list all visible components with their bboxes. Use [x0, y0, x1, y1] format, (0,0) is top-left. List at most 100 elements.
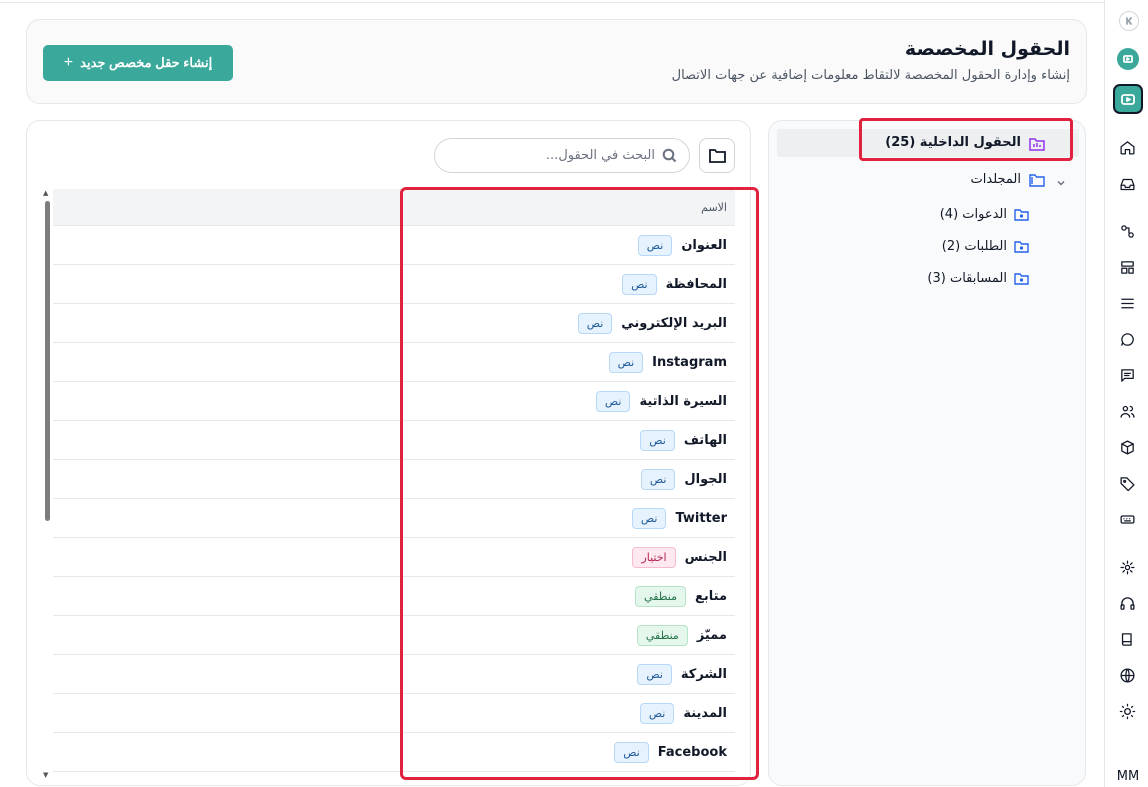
field-type-badge: نص: [577, 312, 613, 334]
field-cell: متابع منطقي: [635, 577, 727, 615]
book-icon[interactable]: [1116, 628, 1138, 650]
scrollbar[interactable]: ▲ ▼: [41, 189, 51, 779]
table-header: الاسم: [53, 189, 735, 226]
table-row[interactable]: Facebook نص: [53, 733, 735, 772]
table-row[interactable]: الجنس اختيار: [53, 538, 735, 577]
table-row[interactable]: الجوال نص: [53, 460, 735, 499]
table-row[interactable]: المدينة نص: [53, 694, 735, 733]
table-row[interactable]: العنوان نص: [53, 226, 735, 265]
folder-icon: [1014, 208, 1029, 221]
folder-icon: [1014, 240, 1029, 253]
table-row[interactable]: البريد الإلكتروني نص: [53, 304, 735, 343]
field-cell: Instagram نص: [608, 343, 727, 381]
chevron-down-icon[interactable]: [1055, 174, 1067, 186]
collapse-icon: [1126, 17, 1132, 25]
folder-button[interactable]: [699, 138, 735, 173]
sun-icon[interactable]: [1116, 700, 1138, 722]
keyboard-icon[interactable]: [1116, 508, 1138, 530]
page-subtitle: إنشاء وإدارة الحقول المخصصة لالتقاط معلو…: [671, 68, 1070, 83]
field-type-badge: نص: [637, 234, 673, 256]
folders-panel: الحقول الداخلية (25) المجلدات الدعوات (4…: [768, 118, 1086, 786]
column-header-name[interactable]: الاسم: [701, 201, 727, 214]
table-row[interactable]: Instagram نص: [53, 343, 735, 382]
table-row[interactable]: المحافظة نص: [53, 265, 735, 304]
field-name: الهاتف: [683, 432, 727, 448]
layout-icon[interactable]: [1116, 256, 1138, 278]
field-name: Instagram: [652, 354, 727, 370]
table-row[interactable]: الهاتف نص: [53, 421, 735, 460]
globe-icon[interactable]: [1116, 664, 1138, 686]
page-header: الحقول المخصصة إنشاء وإدارة الحقول المخص…: [26, 19, 1087, 104]
home-icon[interactable]: [1116, 136, 1138, 158]
field-type-badge: نص: [608, 351, 644, 373]
field-type-badge: نص: [640, 429, 675, 451]
field-cell: المدينة نص: [639, 694, 727, 732]
package-icon[interactable]: [1116, 436, 1138, 458]
top-divider: [0, 2, 1104, 3]
field-name: Twitter: [675, 510, 727, 526]
table-row[interactable]: Twitter نص: [53, 499, 735, 538]
tag-icon[interactable]: [1116, 472, 1138, 494]
create-custom-field-button[interactable]: إنشاء حقل مخصص جديد +: [43, 45, 233, 81]
table-row[interactable]: مميّز منطقي: [53, 616, 735, 655]
field-name: الجنس: [684, 549, 727, 565]
table-row[interactable]: متابع منطقي: [53, 577, 735, 616]
page-title: الحقول المخصصة: [904, 38, 1070, 60]
field-cell: المحافظة نص: [622, 265, 727, 303]
scroll-thumb[interactable]: [45, 201, 50, 521]
message-icon[interactable]: [1116, 364, 1138, 386]
inbox-icon[interactable]: [1116, 173, 1138, 195]
folder-icon: [1029, 172, 1045, 187]
headphones-icon[interactable]: [1116, 592, 1138, 614]
table-row[interactable]: الشركة نص: [53, 655, 735, 694]
table-body: العنوان نص المحافظة نص البريد الإلكتروني نص In…: [53, 226, 735, 772]
folder-label: المسابقات (3): [927, 270, 1007, 286]
field-cell: البريد الإلكتروني نص: [577, 304, 727, 342]
folder-label: الدعوات (4): [939, 206, 1007, 222]
field-name: البريد الإلكتروني: [621, 315, 727, 331]
search-icon: [662, 148, 677, 163]
field-type-badge: نص: [631, 507, 667, 529]
custom-fields-page: MM الحقول المخصصة إنشاء وإدارة الحقول ال…: [0, 0, 1148, 787]
table-row[interactable]: السيرة الذاتية نص: [53, 382, 735, 421]
field-cell: الجنس اختيار: [632, 538, 727, 576]
fields-panel: ▲ ▼ الاسم العنواننصالمحافظةنصالبريد الإل…: [26, 120, 751, 786]
settings-icon[interactable]: [1116, 556, 1138, 578]
scroll-down-icon[interactable]: ▼: [43, 771, 48, 779]
field-name: الشركة: [680, 666, 727, 682]
user-avatar[interactable]: MM: [1113, 765, 1143, 787]
field-type-badge: اختيار: [632, 546, 676, 568]
workflow-icon[interactable]: [1116, 220, 1138, 242]
folder-item[interactable]: الطلبات (2): [942, 237, 1029, 255]
field-cell: السيرة الذاتية نص: [595, 382, 727, 420]
field-type-badge: نص: [639, 702, 675, 724]
search-input[interactable]: [443, 139, 655, 172]
field-name: السيرة الذاتية: [639, 393, 727, 409]
scroll-up-icon[interactable]: ▲: [43, 189, 48, 197]
users-icon[interactable]: [1116, 400, 1138, 422]
folder-item[interactable]: الدعوات (4): [940, 205, 1029, 223]
field-type-badge: نص: [637, 663, 672, 685]
folders-label[interactable]: المجلدات: [971, 172, 1021, 187]
field-cell: مميّز منطقي: [636, 616, 727, 654]
field-cell: الجوال نص: [640, 460, 727, 498]
field-name: المحافظة: [665, 276, 727, 292]
field-type-badge: منطقي: [635, 585, 686, 607]
list-icon[interactable]: [1116, 292, 1138, 314]
active-app-icon[interactable]: [1113, 84, 1143, 114]
field-cell: الشركة نص: [637, 655, 727, 693]
search-field[interactable]: [434, 138, 690, 173]
field-cell: الهاتف نص: [640, 421, 727, 459]
create-button-label: إنشاء حقل مخصص جديد: [80, 55, 213, 70]
app-switch-icon[interactable]: [1117, 48, 1139, 70]
folder-item[interactable]: المسابقات (3): [927, 269, 1029, 287]
field-type-badge: نص: [622, 273, 657, 295]
icon-rail: MM: [1104, 0, 1148, 787]
field-cell: Facebook نص: [614, 733, 727, 771]
folder-icon: [1014, 272, 1029, 285]
chat-icon[interactable]: [1116, 328, 1138, 350]
collapse-sidebar-button[interactable]: [1119, 11, 1139, 31]
field-type-badge: منطقي: [636, 624, 688, 646]
folder-label: الطلبات (2): [941, 238, 1007, 254]
field-name: الجوال: [684, 471, 727, 487]
